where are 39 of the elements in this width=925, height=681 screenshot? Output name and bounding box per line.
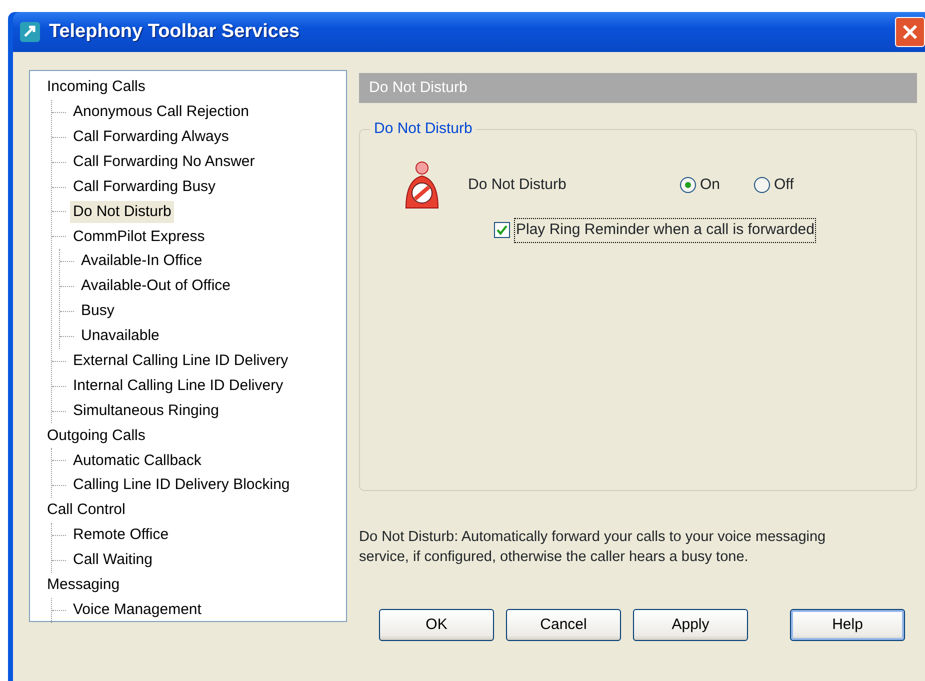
checkbox-label[interactable]: Play Ring Reminder when a call is forwarded bbox=[514, 218, 816, 242]
tree-item[interactable]: Call Forwarding Always bbox=[70, 126, 232, 148]
app-icon bbox=[19, 21, 41, 43]
panel-header: Do Not Disturb bbox=[359, 73, 917, 103]
tree-item[interactable]: Call Forwarding Busy bbox=[70, 176, 219, 198]
tree-item[interactable]: Calling Line ID Delivery Blocking bbox=[70, 474, 293, 497]
tree-item[interactable]: Messaging bbox=[44, 574, 123, 596]
dialog-button[interactable]: OK bbox=[379, 609, 494, 641]
tree-item[interactable]: Call Forwarding No Answer bbox=[70, 150, 258, 174]
tree-item[interactable]: Simultaneous Ringing bbox=[70, 400, 222, 422]
radio-button[interactable] bbox=[754, 177, 770, 193]
tree-item[interactable]: Voice Management bbox=[70, 598, 204, 622]
tree-item[interactable]: External Calling Line ID Delivery bbox=[70, 350, 292, 372]
tree-item[interactable]: Do Not Disturb bbox=[70, 200, 174, 224]
tree-item[interactable]: Remote Office bbox=[70, 524, 172, 547]
tree-item[interactable]: Incoming Calls bbox=[44, 76, 148, 99]
tree-item[interactable]: Anonymous Call Rejection bbox=[70, 101, 252, 124]
tree-item[interactable]: Call Control bbox=[44, 499, 128, 522]
tree-item[interactable]: CommPilot Express bbox=[70, 226, 208, 248]
close-button[interactable] bbox=[895, 17, 925, 47]
tree-item[interactable]: Busy bbox=[78, 300, 118, 323]
description-text: Do Not Disturb: Automatically forward your calls to your voice messaging service, if configured, otherwise the caller hears a busy tone. bbox=[359, 528, 827, 567]
tree-item[interactable]: Available-Out of Office bbox=[78, 275, 234, 298]
close-icon bbox=[902, 24, 918, 40]
option-label[interactable]: Off bbox=[774, 174, 794, 196]
tree-item[interactable]: Available-In Office bbox=[78, 250, 206, 273]
dialog-button[interactable]: Cancel bbox=[506, 609, 621, 641]
dialog-button[interactable]: Apply bbox=[633, 609, 748, 641]
tree-item[interactable]: Unavailable bbox=[78, 325, 162, 348]
option-label[interactable]: On bbox=[700, 174, 720, 196]
dialog-button[interactable]: Help bbox=[790, 609, 905, 641]
checkbox[interactable] bbox=[494, 222, 510, 238]
setting-label: Do Not Disturb bbox=[468, 174, 568, 195]
tree-item[interactable]: Outgoing Calls bbox=[44, 424, 148, 448]
radio-button[interactable] bbox=[680, 177, 696, 193]
tree-item[interactable]: Call Waiting bbox=[70, 549, 156, 572]
tree-item[interactable]: Automatic Callback bbox=[70, 450, 204, 472]
window-title: Telephony Toolbar Services bbox=[49, 20, 300, 44]
tree-item[interactable]: Internal Calling Line ID Delivery bbox=[70, 374, 286, 398]
